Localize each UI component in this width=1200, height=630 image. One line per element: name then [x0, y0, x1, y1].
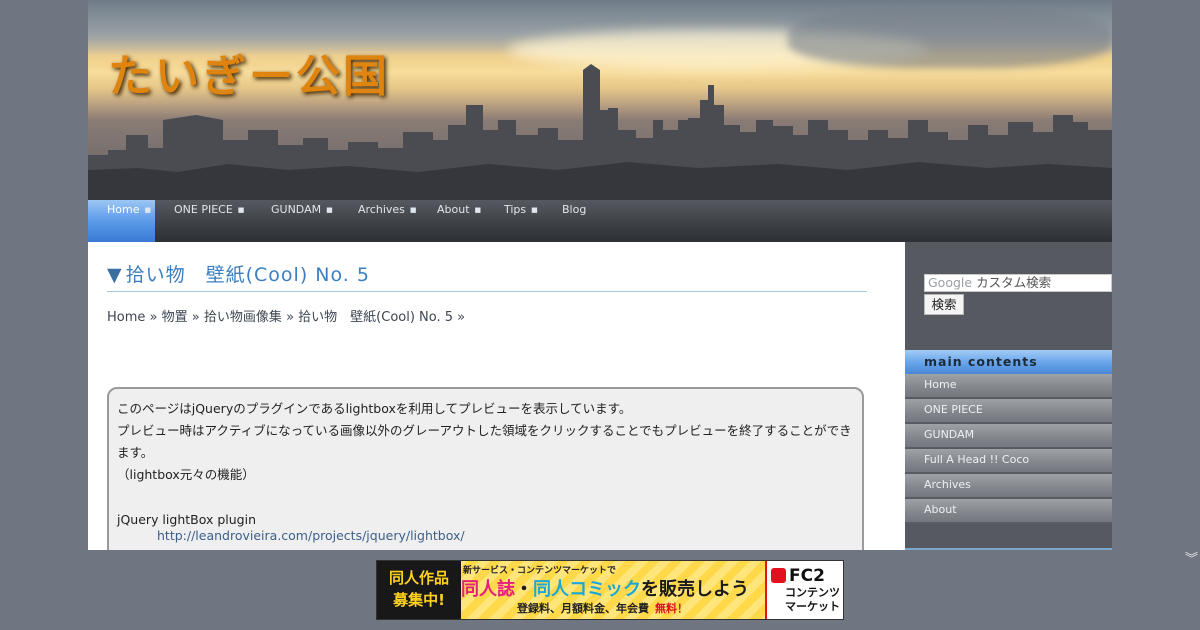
plugin-name: jQuery lightBox plugin [117, 512, 257, 527]
nav-item-label: Home [107, 203, 140, 216]
ad-headline-rest: を販売しよう [641, 579, 749, 600]
page-title: ▼ 拾い物 壁紙(Cool) No. 5 [107, 260, 867, 292]
ad-brand-sub-line2: マーケット [785, 600, 840, 613]
ad-left-line2: 募集中! [393, 591, 445, 609]
sidebar-item-one-piece[interactable]: ONE PIECE [905, 399, 1112, 423]
notice-line: （lightbox元々の機能） [117, 467, 255, 482]
nav-item-label: ONE PIECE [174, 203, 233, 216]
sidebar-divider [905, 548, 1112, 550]
nav-item-label: Archives [358, 203, 405, 216]
fc2-ad-banner[interactable]: 同人作品 募集中! 新サービス・コンテンツマーケットで 同人誌・同人コミックを販… [376, 560, 844, 620]
nav-item-about[interactable]: About ■ [418, 200, 493, 242]
ad-headline: 同人誌・同人コミックを販売しよう [461, 575, 749, 601]
ad-subline: 登録料、月額料金、年会費 無料！ [517, 600, 688, 616]
title-arrow-icon: ▼ [107, 264, 123, 286]
nav-item-label: GUNDAM [271, 203, 322, 216]
breadcrumb-home[interactable]: Home [107, 310, 145, 325]
sidebar-item-about[interactable]: About [905, 499, 1112, 523]
sidebar-item-archives[interactable]: Archives [905, 474, 1112, 498]
submenu-dot-icon: ■ [474, 206, 482, 214]
ad-left-line1: 同人作品 [388, 569, 449, 587]
ad-left-panel: 同人作品 募集中! [377, 561, 461, 619]
breadcrumb-image-collection[interactable]: 拾い物画像集 [204, 310, 282, 325]
notice-line: プレビュー時はアクティブになっている画像以外のグレーアウトした領域をクリックする… [117, 423, 852, 460]
nav-item-label: About [437, 203, 470, 216]
nav-item-archives[interactable]: Archives ■ [339, 200, 429, 242]
nav-item-one-piece[interactable]: ONE PIECE ■ [155, 200, 256, 242]
double-chevron-down-icon[interactable]: ︾ [1185, 553, 1198, 566]
ad-subline-text: 登録料、月額料金、年会費 [517, 602, 649, 615]
sidebar: Google カスタム検索 検索 main contents Home ONE P… [905, 242, 1112, 550]
submenu-dot-icon: ■ [326, 206, 333, 214]
notice-line: このページはjQueryのプラグインであるlightboxを利用してプレビューを… [117, 401, 632, 416]
breadcrumb-separator: » [149, 310, 158, 325]
breadcrumb-separator: » [191, 310, 200, 325]
sky-clouds-dark [788, 8, 1112, 68]
ad-headline-pink: 同人誌 [461, 579, 515, 600]
nav-item-gundam[interactable]: GUNDAM ■ [252, 200, 345, 242]
ad-headline-cyan: 同人コミック [533, 579, 641, 600]
search-input[interactable]: Google カスタム検索 [924, 274, 1112, 292]
ad-brand-name: FC2 [789, 566, 825, 586]
fc2-logo-icon [771, 568, 786, 583]
sidebar-item-home[interactable]: Home [905, 374, 1112, 398]
sidebar-item-full-a-head-coco[interactable]: Full A Head !! Coco [905, 449, 1112, 473]
search-placeholder: カスタム検索 [976, 275, 1052, 290]
page-wrapper: たいぎー公国 Home ■ ONE PIECE ■ GUNDAM ■ Archives… [88, 0, 1112, 550]
nav-item-blog[interactable]: Blog [543, 200, 598, 242]
submenu-dot-icon: ■ [409, 206, 417, 214]
submenu-dot-icon: ■ [237, 206, 245, 214]
nav-item-label: Blog [562, 203, 587, 216]
nav-item-label: Tips [504, 203, 527, 216]
search-button[interactable]: 検索 [924, 294, 964, 315]
ad-brand-sub-line1: コンテンツ [785, 586, 840, 599]
breadcrumb-separator: » [286, 310, 295, 325]
site-title[interactable]: たいぎー公国 [108, 40, 390, 104]
sidebar-item-gundam[interactable]: GUNDAM [905, 424, 1112, 448]
ad-free-label: 無料！ [655, 602, 688, 615]
google-logo: Google [928, 275, 973, 290]
main-navigation: Home ■ ONE PIECE ■ GUNDAM ■ Archives ■ About… [88, 200, 1112, 242]
sidebar-heading: main contents [905, 350, 1112, 374]
plugin-url-link[interactable]: http://leandrovieira.com/projects/jquery… [117, 528, 854, 543]
nav-item-home[interactable]: Home ■ [88, 200, 155, 242]
lightbox-notice-box: このページはjQueryのプラグインであるlightboxを利用してプレビューを… [107, 387, 864, 550]
breadcrumb: Home » 物置 » 拾い物画像集 » 拾い物 壁紙(Cool) No. 5 … [107, 306, 465, 325]
ad-brand-sub: コンテンツ マーケット [785, 586, 840, 614]
main-content: ▼ 拾い物 壁紙(Cool) No. 5 Home » 物置 » 拾い物画像集 »… [88, 242, 905, 550]
breadcrumb-current[interactable]: 拾い物 壁紙(Cool) No. 5 [298, 310, 453, 325]
submenu-dot-icon: ■ [531, 206, 538, 214]
page-title-text[interactable]: 拾い物 壁紙(Cool) No. 5 [126, 264, 370, 286]
header-banner: たいぎー公国 [88, 0, 1112, 200]
submenu-dot-icon: ■ [144, 206, 152, 214]
breadcrumb-storage[interactable]: 物置 [162, 310, 188, 325]
ad-headline-dot: ・ [515, 579, 533, 600]
nav-item-tips[interactable]: Tips ■ [485, 200, 550, 242]
breadcrumb-separator: » [457, 310, 466, 325]
ad-brand-panel: FC2 コンテンツ マーケット [765, 561, 843, 619]
